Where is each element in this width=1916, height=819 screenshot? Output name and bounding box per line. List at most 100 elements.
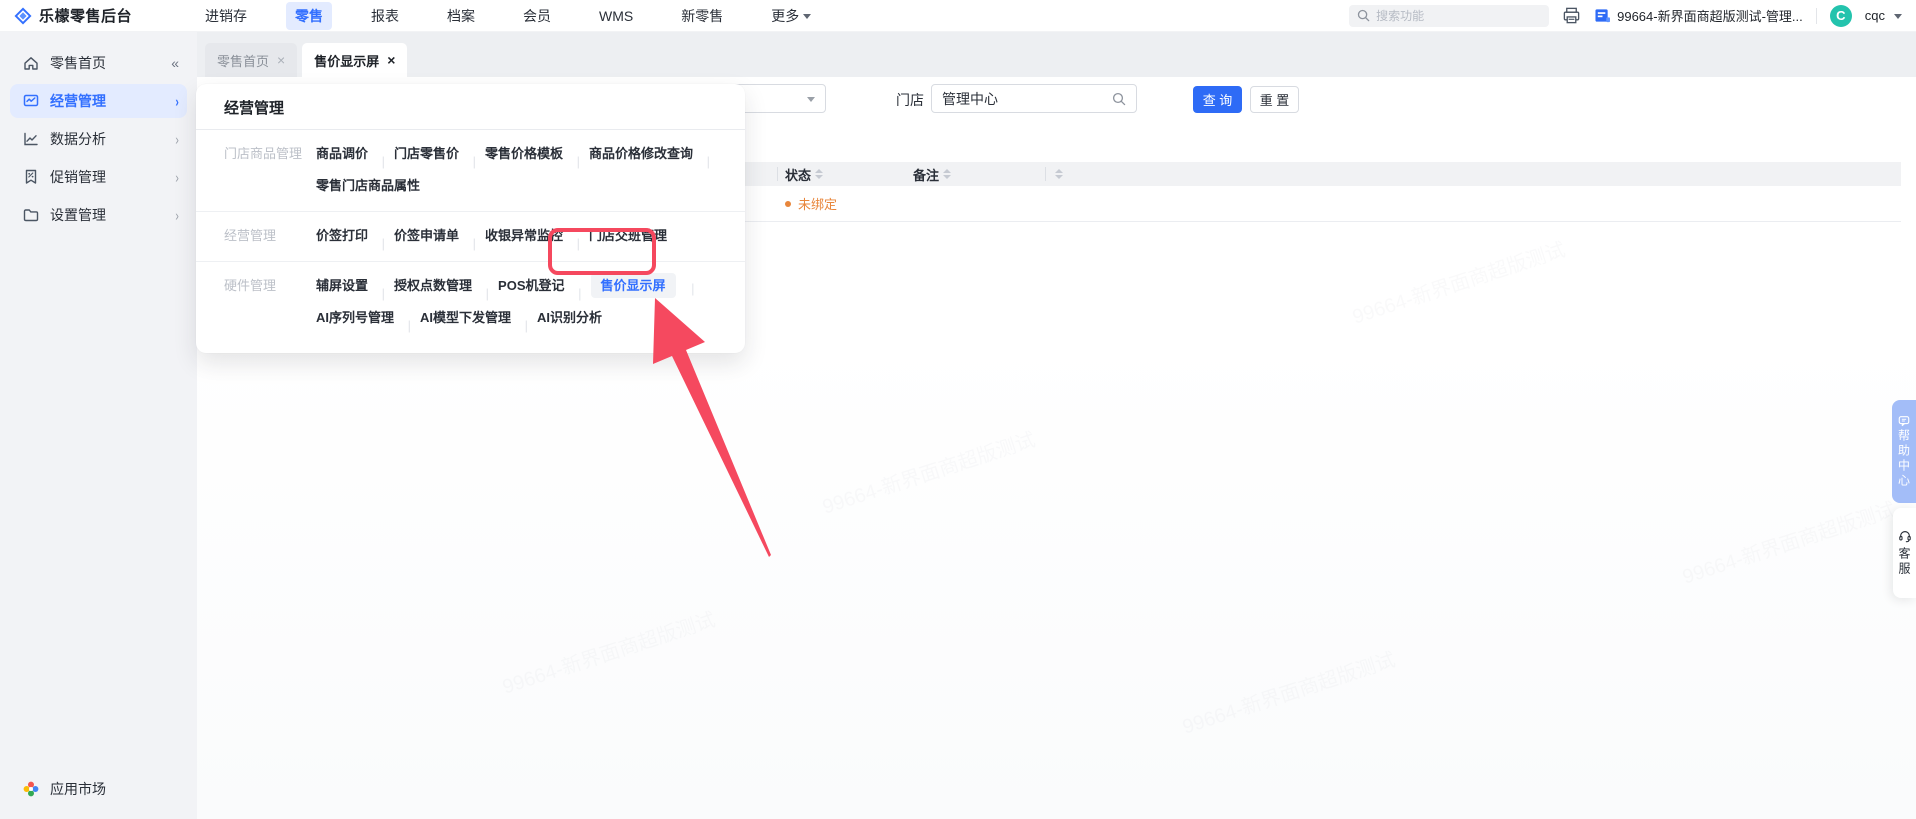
- help-center-tab[interactable]: 帮助中心: [1892, 400, 1916, 503]
- tab-bar: 零售首页 × 售价显示屏 ×: [197, 32, 1916, 77]
- column-divider: [1045, 167, 1046, 181]
- sidebar-item-home[interactable]: 零售首页 «: [10, 46, 187, 80]
- sidebar-item-label: 促销管理: [50, 169, 106, 185]
- nav-inventory[interactable]: 进销存: [196, 2, 256, 30]
- sidebar-item-common-entry[interactable]: 常用入口: [10, 810, 187, 819]
- store-filter-value: 管理中心: [942, 90, 998, 107]
- avatar[interactable]: C: [1829, 4, 1852, 27]
- printer-icon[interactable]: [1562, 6, 1581, 25]
- chevron-down-icon: [803, 14, 812, 19]
- sidebar-item-data-analysis[interactable]: 数据分析 ›: [10, 122, 187, 156]
- column-remark[interactable]: 备注: [913, 165, 952, 184]
- sidebar-item-promotion-mgmt[interactable]: 促销管理 ›: [10, 160, 187, 194]
- search-icon: [1357, 9, 1370, 22]
- tab-price-display[interactable]: 售价显示屏 ×: [302, 43, 408, 77]
- main-nav: 进销存 零售 报表 档案 会员 WMS 新零售 更多: [196, 1, 820, 30]
- menu-item[interactable]: 授权点数管理: [394, 278, 472, 293]
- app-title: 乐檬零售后台: [39, 8, 133, 25]
- nav-more[interactable]: 更多: [762, 2, 820, 30]
- status-badge: 未绑定: [785, 194, 837, 213]
- sidebar-item-label: 经营管理: [50, 93, 106, 109]
- store-filter-input[interactable]: 管理中心: [931, 84, 1137, 113]
- menu-group-store-goods: 门店商品管理 商品调价 门店零售价 零售价格模板 商品价格修改查询 零售门店商品属性: [196, 130, 745, 211]
- store-name: 99664-新界面商超版测试-管理...: [1617, 9, 1803, 24]
- sidebar-item-settings-mgmt[interactable]: 设置管理 ›: [10, 198, 187, 232]
- sidebar-item-label: 零售首页: [50, 55, 106, 71]
- reset-button[interactable]: 重 置: [1250, 86, 1299, 113]
- current-store[interactable]: 99664-新界面商超版测试-管理...: [1594, 6, 1803, 25]
- query-button[interactable]: 查 询: [1193, 86, 1242, 113]
- logo-diamond-icon: [14, 7, 32, 24]
- sidebar-item-app-market[interactable]: 应用市场: [10, 772, 187, 806]
- app-window: 乐檬零售后台 进销存 零售 报表 档案 会员 WMS 新零售 更多 搜索功能 9…: [0, 0, 1916, 819]
- sidebar-item-label: 应用市场: [50, 781, 106, 797]
- menu-item[interactable]: 收银异常监控: [485, 228, 563, 243]
- sort-icon[interactable]: [943, 169, 952, 179]
- nav-reports[interactable]: 报表: [362, 2, 408, 30]
- menu-item[interactable]: POS机登记: [498, 278, 564, 293]
- sidebar-item-label: 数据分析: [50, 131, 106, 147]
- search-placeholder: 搜索功能: [1376, 9, 1425, 23]
- menu-item[interactable]: 辅屏设置: [316, 278, 368, 293]
- analytics-icon: [24, 132, 38, 146]
- column-status[interactable]: 状态: [785, 165, 824, 184]
- business-mgmt-icon: [23, 94, 39, 107]
- sort-icon[interactable]: [1055, 169, 1063, 179]
- column-divider: [777, 167, 778, 181]
- app-logo: 乐檬零售后台: [14, 5, 196, 26]
- user-menu-chevron-icon[interactable]: [1894, 14, 1902, 19]
- close-icon[interactable]: ×: [277, 53, 285, 67]
- user-name: cqc: [1864, 8, 1885, 23]
- chevron-right-icon: ›: [175, 92, 179, 110]
- menu-item[interactable]: 价签申请单: [394, 228, 459, 243]
- store-icon: [1595, 9, 1611, 23]
- watermark: 99664-新界面商超版测试: [1348, 233, 1568, 329]
- tab-label: 零售首页: [217, 53, 270, 69]
- menu-item[interactable]: 价签打印: [316, 228, 368, 243]
- nav-retail[interactable]: 零售: [286, 1, 332, 30]
- menu-item[interactable]: 零售价格模板: [485, 146, 563, 161]
- menu-item[interactable]: 商品价格修改查询: [589, 146, 693, 161]
- menu-item[interactable]: 零售门店商品属性: [316, 178, 420, 193]
- tab-label: 售价显示屏: [314, 53, 380, 69]
- close-icon[interactable]: ×: [387, 53, 395, 67]
- sidebar: 零售首页 « 经营管理 › 数据分析 › 促销管理 › 设置管理 › 应用市场: [0, 32, 197, 819]
- menu-group-label: 门店商品管理: [224, 146, 303, 161]
- divider: [1815, 7, 1817, 24]
- tab-retail-home[interactable]: 零售首页 ×: [205, 43, 298, 77]
- help-center-label: 帮助中心: [1896, 428, 1911, 489]
- sidebar-collapse-icon[interactable]: «: [171, 55, 179, 71]
- sidebar-bottom: 应用市场 常用入口: [10, 772, 187, 819]
- menu-item[interactable]: AI识别分析: [537, 310, 602, 325]
- nav-new-retail[interactable]: 新零售: [672, 2, 732, 30]
- panel-title: 经营管理: [196, 84, 745, 130]
- column-extra[interactable]: [1055, 169, 1063, 179]
- status-text: 未绑定: [798, 197, 838, 212]
- chevron-right-icon: ›: [175, 130, 179, 148]
- nav-wms[interactable]: WMS: [590, 4, 642, 28]
- status-dot-icon: [785, 200, 791, 207]
- chat-bubble-icon: [1898, 415, 1910, 426]
- customer-service-tab[interactable]: 客服: [1893, 508, 1916, 598]
- search-input[interactable]: 搜索功能: [1349, 4, 1550, 27]
- watermark: 99664-新界面商超版测试: [1678, 493, 1898, 589]
- menu-group-label: 硬件管理: [224, 278, 277, 293]
- menu-item[interactable]: 门店零售价: [394, 146, 459, 161]
- menu-item[interactable]: 门店交班管理: [589, 228, 667, 243]
- menu-group-operation: 经营管理 价签打印 价签申请单 收银异常监控 门店交班管理: [196, 211, 745, 261]
- watermark: 99664-新界面商超版测试: [498, 603, 718, 699]
- menu-item[interactable]: 商品调价: [316, 146, 368, 161]
- customer-service-label: 客服: [1897, 547, 1911, 577]
- nav-members[interactable]: 会员: [514, 2, 560, 30]
- search-icon: [1112, 92, 1126, 105]
- menu-item[interactable]: AI模型下发管理: [420, 310, 511, 325]
- nav-archives[interactable]: 档案: [438, 2, 484, 30]
- menu-item[interactable]: AI序列号管理: [316, 310, 394, 325]
- promotion-icon: [25, 169, 37, 184]
- sidebar-item-business-mgmt[interactable]: 经营管理 ›: [10, 84, 187, 118]
- menu-item-price-display-screen[interactable]: 售价显示屏: [590, 273, 676, 298]
- watermark: 99664-新界面商超版测试: [1178, 643, 1398, 739]
- menu-group-hardware: 硬件管理 辅屏设置 授权点数管理 POS机登记 售价显示屏 AI序列号管理 AI模型下发…: [196, 261, 745, 343]
- column-label: 状态: [785, 167, 812, 183]
- sort-icon[interactable]: [815, 169, 824, 179]
